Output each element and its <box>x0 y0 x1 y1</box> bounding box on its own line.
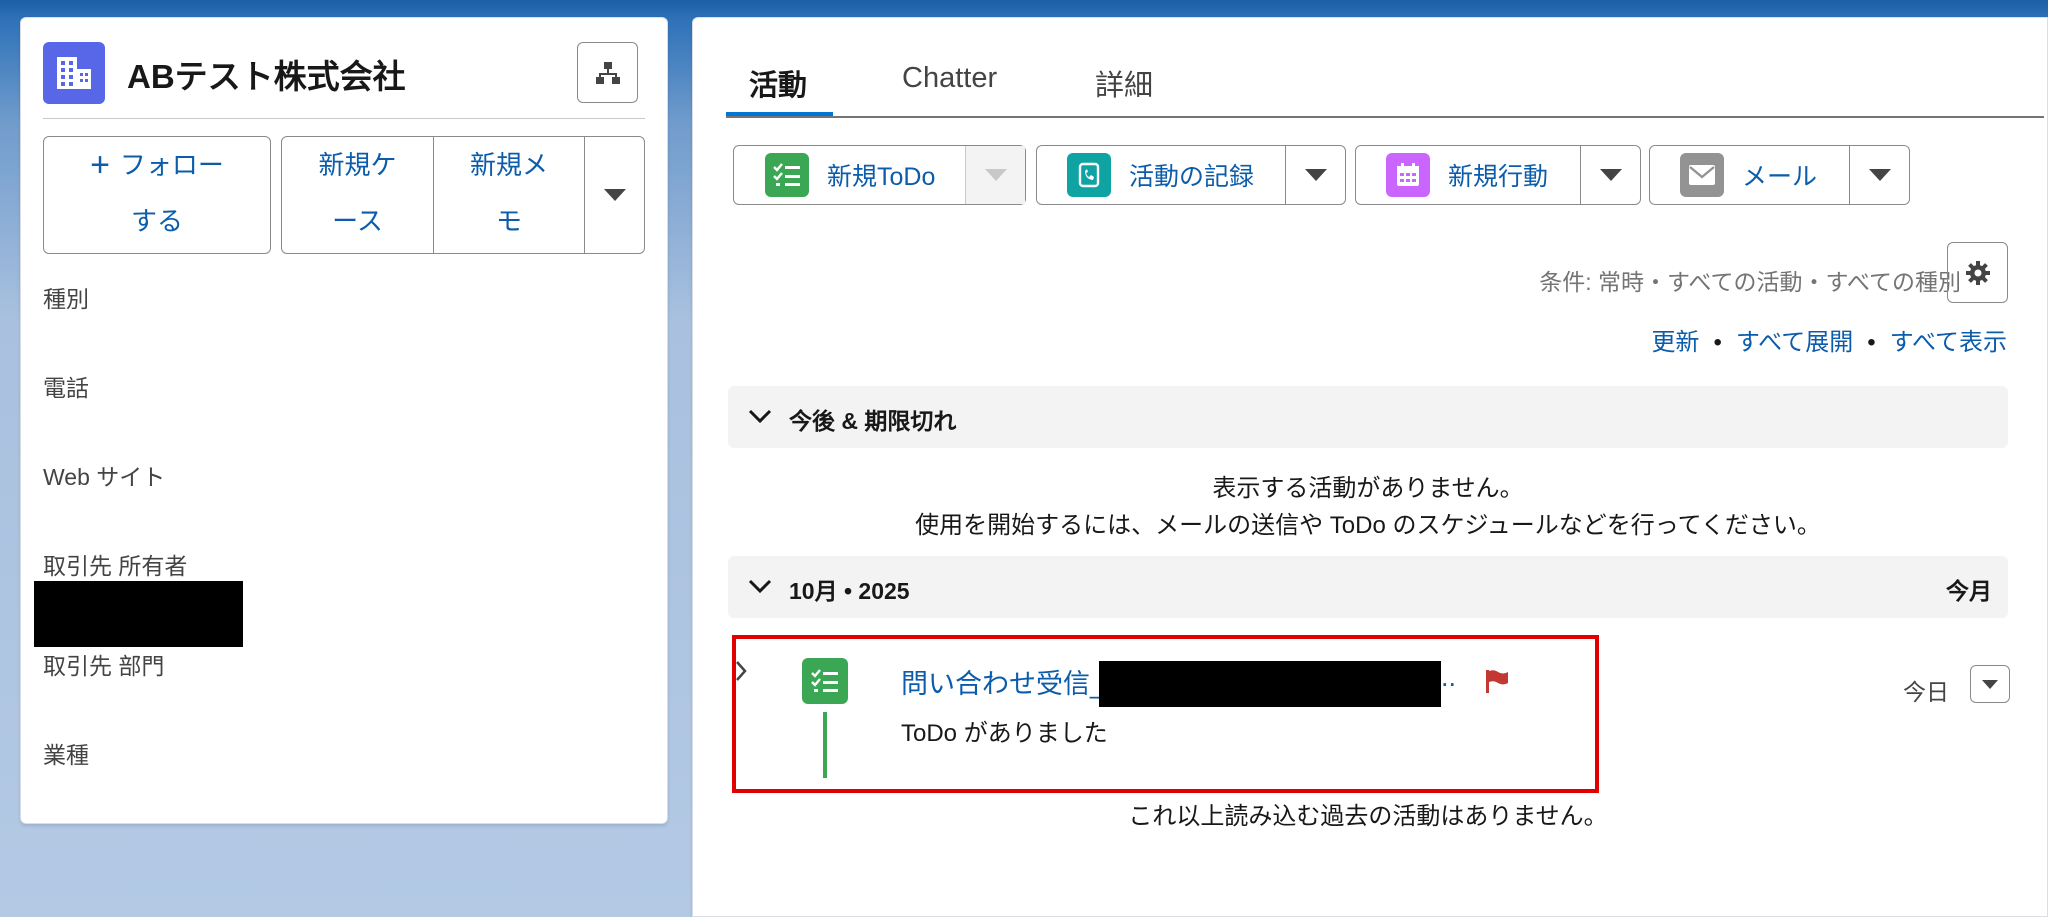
upcoming-section-header[interactable]: 今後 & 期限切れ <box>728 386 2008 448</box>
chevron-down-icon <box>603 189 626 201</box>
gear-icon <box>1965 260 1990 285</box>
chevron-down-icon <box>1868 169 1891 181</box>
empty-message-line1: 表示する活動がありません。 <box>1212 475 1524 502</box>
log-activity-publisher: 活動の記録 <box>1036 145 1346 205</box>
filter-summary: 条件: 常時・すべての活動・すべての種別 <box>1539 269 1961 295</box>
field-type-label: 種別 <box>43 286 89 312</box>
log-activity-dropdown[interactable] <box>1285 146 1345 204</box>
empty-message-line2: 使用を開始するには、メールの送信や ToDo のスケジュールなどを行ってください… <box>915 512 1821 539</box>
field-website-label: Web サイト <box>43 464 166 490</box>
no-more-activities-message: これ以上読み込む過去の活動はありません。 <box>1128 803 1608 830</box>
chevron-down-icon <box>748 579 772 594</box>
task-actions-menu[interactable] <box>1970 665 2010 703</box>
new-event-dropdown[interactable] <box>1580 146 1640 204</box>
new-case-button[interactable]: 新規ケ ース <box>282 137 433 253</box>
more-actions-button[interactable] <box>584 136 645 254</box>
chevron-down-icon <box>984 169 1007 181</box>
account-icon <box>43 42 105 104</box>
account-highlights-card: ABテスト株式会社 + フォロー する 新規ケ ース 新規メ モ 種別 電話 We… <box>20 17 668 824</box>
email-dropdown[interactable] <box>1849 146 1909 204</box>
highlight-box <box>732 635 1599 793</box>
log-call-icon <box>1067 153 1111 197</box>
field-division-label: 取引先 部門 <box>43 653 165 679</box>
field-owner-label: 取引先 所有者 <box>43 553 188 579</box>
email-button[interactable]: メール <box>1650 146 1849 204</box>
follow-button[interactable]: + フォロー する <box>43 136 271 254</box>
new-todo-button[interactable]: 新規ToDo <box>734 146 965 204</box>
new-todo-publisher: 新規ToDo <box>733 145 1026 205</box>
view-all-link[interactable]: すべて表示 <box>1890 329 2007 356</box>
chevron-down-icon <box>748 409 772 424</box>
timeline-links: 更新 • すべて展開 • すべて表示 <box>1651 329 2007 356</box>
month-section-header[interactable]: 10月 • 2025 今月 <box>728 556 2008 618</box>
field-industry-label: 業種 <box>43 742 89 768</box>
activity-card: 活動 Chatter 詳細 新規ToDo 活動の記録 新規行動 メール 条件: … <box>692 17 2048 917</box>
task-icon <box>765 153 809 197</box>
new-event-publisher: 新規行動 <box>1355 145 1641 205</box>
timeline-settings-button[interactable] <box>1947 242 2008 303</box>
redacted-owner <box>34 581 243 647</box>
task-date: 今日 <box>1903 679 1949 705</box>
tab-details[interactable]: 詳細 <box>1095 62 1153 104</box>
field-phone-label: 電話 <box>43 375 89 401</box>
plus-icon: + <box>90 146 110 184</box>
account-name: ABテスト株式会社 <box>127 58 406 95</box>
log-activity-button[interactable]: 活動の記録 <box>1037 146 1285 204</box>
calendar-icon <box>1386 153 1430 197</box>
view-hierarchy-button[interactable] <box>577 42 638 103</box>
chevron-down-icon <box>1304 169 1327 181</box>
new-todo-dropdown[interactable] <box>965 146 1025 204</box>
action-button-group: 新規ケ ース 新規メ モ <box>281 136 585 254</box>
tabs-divider <box>726 116 2044 118</box>
new-event-button[interactable]: 新規行動 <box>1356 146 1580 204</box>
chevron-down-icon <box>1982 679 1998 689</box>
active-tab-indicator <box>726 112 833 116</box>
tab-chatter[interactable]: Chatter <box>902 62 997 95</box>
email-icon <box>1680 153 1724 197</box>
expand-all-link[interactable]: すべて展開 <box>1736 329 1853 356</box>
new-memo-button[interactable]: 新規メ モ <box>433 137 584 253</box>
tab-activity[interactable]: 活動 <box>749 62 807 104</box>
refresh-link[interactable]: 更新 <box>1651 329 1699 356</box>
email-publisher: メール <box>1649 145 1910 205</box>
chevron-down-icon <box>1599 169 1622 181</box>
hierarchy-icon <box>595 61 620 84</box>
header-divider <box>43 118 645 119</box>
